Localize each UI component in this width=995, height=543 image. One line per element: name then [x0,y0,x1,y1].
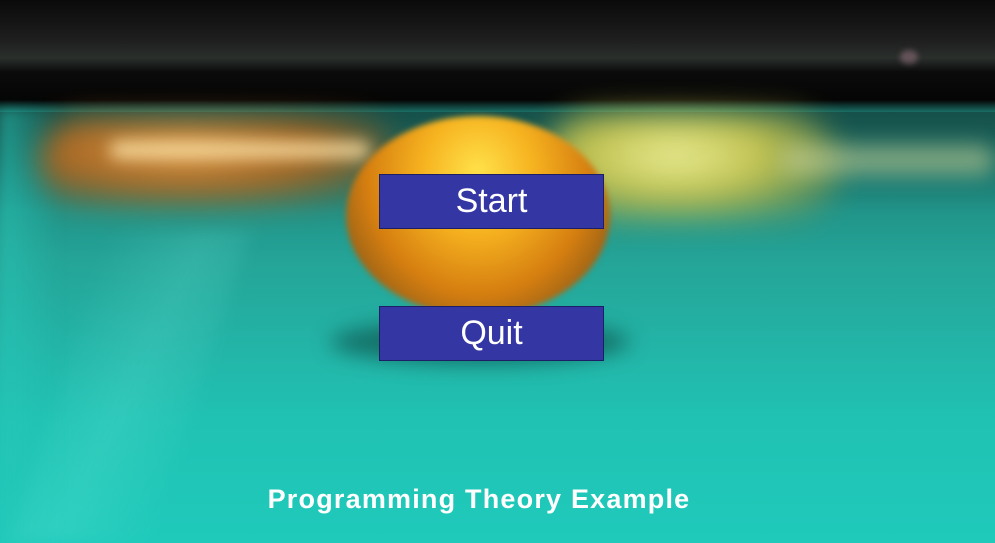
game-title: Programming Theory Example [267,484,691,514]
ball-highlight-streak [110,142,370,158]
start-button[interactable]: Start [379,174,604,229]
orange-ball-motion-blur [40,118,400,208]
background-spot [900,50,918,64]
yellow-ball-tail [780,145,995,175]
main-menu-screen: Start Quit Programming Theory Example [0,0,995,543]
quit-button[interactable]: Quit [379,306,604,361]
